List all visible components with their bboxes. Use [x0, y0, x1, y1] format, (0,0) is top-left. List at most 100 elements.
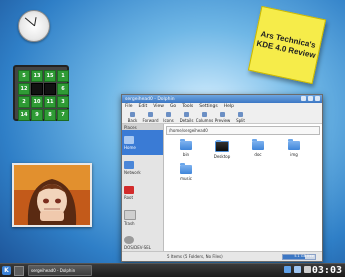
free-space-bar: 5.1 GB free: [282, 254, 316, 260]
dolphin-window[interactable]: sergeihead0 - Dolphin File Edit View Go …: [121, 94, 323, 262]
desktop-pager[interactable]: [14, 265, 24, 276]
puzzle-tile[interactable]: 6: [57, 83, 69, 95]
columns-view-icon: [202, 112, 207, 117]
window-titlebar[interactable]: sergeihead0 - Dolphin: [122, 95, 322, 103]
clock-minute-hand: [24, 17, 35, 26]
desktop-folder-icon: [215, 140, 229, 152]
picture-frame-widget[interactable]: [12, 163, 92, 227]
desktop: Ars Technica's KDE 4.0 Review 5 13 15 1 …: [0, 0, 345, 277]
puzzle-tile[interactable]: 11: [44, 96, 56, 108]
place-root[interactable]: Root: [122, 180, 163, 205]
puzzle-tile[interactable]: 14: [18, 109, 30, 121]
menu-settings[interactable]: Settings: [199, 104, 217, 109]
split-label: Split: [236, 118, 245, 123]
icons-view-icon: [166, 112, 171, 117]
places-panel: Places Home Network Root Trash DOS/DEV-S…: [122, 124, 164, 252]
network-icon: [124, 160, 134, 169]
folder-icon: [252, 139, 264, 150]
columns-label: Columns: [195, 118, 214, 123]
icons-label: Icons: [163, 118, 174, 123]
place-trash[interactable]: Trash: [122, 205, 163, 230]
root-folder-icon: [124, 185, 134, 194]
split-icon: [238, 112, 243, 117]
menu-go[interactable]: Go: [170, 104, 176, 109]
file-item[interactable]: img: [278, 139, 310, 163]
place-drive-label: DOS/DEV-SEL: [124, 244, 151, 250]
place-home[interactable]: Home: [122, 130, 163, 155]
anime-portrait-image: [14, 165, 90, 225]
puzzle-tile[interactable]: 12: [18, 83, 30, 95]
minimize-button[interactable]: [301, 96, 306, 101]
file-item-label: bin: [182, 152, 190, 157]
tray-display-icon[interactable]: [294, 266, 301, 273]
columns-view-button[interactable]: Columns: [195, 112, 214, 123]
puzzle-widget[interactable]: 5 13 15 1 12 6 2 10 11 3 14 9 8 7: [13, 65, 69, 121]
menu-view[interactable]: View: [153, 104, 164, 109]
forward-button[interactable]: Forward: [142, 112, 159, 123]
preview-button[interactable]: Preview: [215, 112, 230, 123]
puzzle-tile[interactable]: 8: [44, 109, 56, 121]
file-item[interactable]: Desktop: [206, 140, 238, 163]
status-text: 5 Items (5 Folders, No Files): [167, 254, 223, 259]
puzzle-tile[interactable]: 15: [44, 70, 56, 82]
puzzle-tile[interactable]: [31, 83, 43, 95]
puzzle-tile[interactable]: [44, 83, 56, 95]
file-item-label: doc: [254, 152, 262, 157]
puzzle-tile[interactable]: 7: [57, 109, 69, 121]
taskbar-task-dolphin[interactable]: sergeihead0 - Dolphin: [28, 265, 92, 276]
file-item-label: Desktop: [213, 154, 231, 159]
puzzle-tile[interactable]: 2: [18, 96, 30, 108]
menu-file[interactable]: File: [125, 104, 133, 109]
file-item[interactable]: doc: [242, 139, 274, 163]
menu-edit[interactable]: Edit: [139, 104, 148, 109]
menubar: File Edit View Go Tools Settings Help: [122, 103, 322, 110]
menu-help[interactable]: Help: [224, 104, 234, 109]
file-item[interactable]: music: [170, 163, 202, 187]
icons-view-button[interactable]: Icons: [161, 112, 176, 123]
preview-icon: [220, 112, 225, 117]
menu-tools[interactable]: Tools: [182, 104, 193, 109]
status-bar: 5 Items (5 Folders, No Files) 5.1 GB fre…: [122, 251, 322, 261]
puzzle-tile[interactable]: 13: [31, 70, 43, 82]
system-tray: [284, 266, 311, 273]
taskbar: K sergeihead0 - Dolphin 03:03: [0, 263, 345, 277]
forward-label: Forward: [142, 118, 159, 123]
puzzle-tile[interactable]: 1: [57, 70, 69, 82]
trash-icon: [124, 209, 136, 220]
maximize-button[interactable]: [308, 96, 313, 101]
location-bar[interactable]: /home/sergeihead0: [166, 126, 320, 135]
puzzle-tile[interactable]: 10: [31, 96, 43, 108]
kmenu-button[interactable]: K: [2, 266, 11, 275]
back-label: Back: [127, 118, 138, 123]
puzzle-tile[interactable]: 9: [31, 109, 43, 121]
place-network[interactable]: Network: [122, 155, 163, 180]
file-view[interactable]: /home/sergeihead0 bin Desktop doc img mu…: [164, 124, 322, 252]
forward-arrow-icon: [148, 112, 153, 117]
place-home-label: Home: [124, 144, 136, 150]
place-network-label: Network: [124, 169, 141, 175]
location-text: /home/sergeihead0: [169, 128, 208, 133]
place-trash-label: Trash: [124, 220, 135, 226]
place-root-label: Root: [124, 194, 134, 200]
home-folder-icon: [124, 135, 134, 144]
details-label: Details: [179, 118, 194, 123]
tray-device-icon[interactable]: [304, 266, 311, 273]
close-button[interactable]: [315, 96, 320, 101]
tray-network-icon[interactable]: [284, 266, 291, 273]
sticky-note[interactable]: Ars Technica's KDE 4.0 Review: [247, 5, 327, 85]
back-arrow-icon: [130, 112, 135, 117]
folder-icon: [288, 139, 300, 150]
preview-label: Preview: [214, 118, 231, 123]
disk-drive-icon: [124, 235, 134, 244]
puzzle-tile[interactable]: 3: [57, 96, 69, 108]
puzzle-tile[interactable]: 5: [18, 70, 30, 82]
taskbar-clock[interactable]: 03:03: [312, 264, 342, 277]
file-item-label: img: [290, 152, 298, 157]
details-view-icon: [184, 112, 189, 117]
split-button[interactable]: Split: [233, 112, 248, 123]
task-label: sergeihead0 - Dolphin: [31, 268, 76, 273]
details-view-button[interactable]: Details: [179, 112, 194, 123]
sticky-note-text: Ars Technica's KDE 4.0 Review: [255, 29, 317, 61]
back-button[interactable]: Back: [125, 112, 140, 123]
file-item[interactable]: bin: [170, 139, 202, 163]
